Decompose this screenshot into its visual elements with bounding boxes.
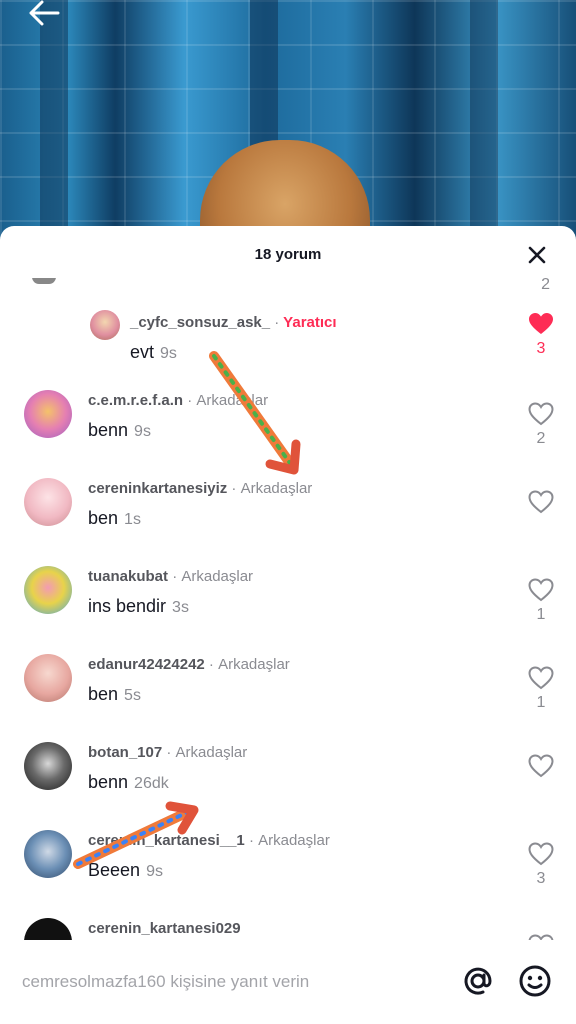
like-count: 2 [541, 276, 550, 293]
comments-sheet: 18 yorum 2 _cyfc_sonsuz_ask_ · Yaratıcı … [0, 226, 576, 1024]
comment-row[interactable]: c.e.m.r.e.f.a.n · Arkadaşlar benn 9s 2 [0, 382, 576, 462]
comment-text: evt 9s [130, 342, 177, 363]
like-button[interactable]: 3 [528, 842, 554, 888]
username-text[interactable]: tuanakubat [88, 568, 168, 585]
comment-username[interactable]: cereninkartanesiyiz · Arkadaşlar [88, 480, 312, 497]
comment-username[interactable]: botan_107 · Arkadaşlar [88, 744, 247, 761]
comment-username[interactable]: tuanakubat · Arkadaşlar [88, 568, 253, 585]
reply-input[interactable] [22, 968, 442, 996]
arrow-left-icon [29, 0, 60, 26]
comment-username[interactable]: _cyfc_sonsuz_ask_ · Yaratıcı [130, 314, 337, 331]
comment-body: ben [88, 684, 119, 704]
heart-outline-icon [528, 490, 554, 514]
heart-outline-icon [528, 842, 554, 866]
avatar[interactable] [24, 742, 72, 790]
comment-time: 5s [124, 687, 141, 704]
comment-time: 9s [146, 863, 163, 880]
like-count: 3 [536, 340, 546, 357]
comment-count-title: 18 yorum [254, 246, 322, 263]
username-text[interactable]: cerenin_kartanesi029 [88, 920, 241, 937]
comment-username[interactable]: cerenin_kartanesi029 [88, 920, 241, 937]
comment-row[interactable]: ceremin_kartanesi__1 · Arkadaşlar Beeen 9… [0, 822, 576, 902]
curtain [470, 0, 498, 260]
avatar[interactable] [24, 918, 72, 940]
username-text[interactable]: botan_107 [88, 744, 162, 761]
close-icon [528, 246, 546, 264]
friends-tag: Arkadaşlar [175, 744, 248, 761]
avatar[interactable] [24, 654, 72, 702]
heart-outline-icon [528, 578, 554, 602]
heart-outline-icon [528, 754, 554, 778]
comment-text: Beeen 9s [88, 860, 163, 881]
comment-text: benn 9s [88, 420, 151, 441]
friends-tag: Arkadaşlar [258, 832, 330, 849]
friends-tag: Arkadaşlar [181, 568, 254, 585]
comment-row[interactable]: cereninkartanesiyiz · Arkadaşlar ben 1s [0, 470, 576, 550]
comment-text: ben 1s [88, 508, 141, 529]
comment-row[interactable]: edanur42424242 · Arkadaşlar ben 5s 1 [0, 646, 576, 726]
comment-time: 26dk [134, 775, 169, 792]
heart-filled-icon [529, 313, 553, 334]
comment-text: ben 5s [88, 684, 141, 705]
comment-body: benn [88, 420, 129, 440]
comment-body: benn [88, 772, 129, 792]
avatar[interactable] [24, 478, 72, 526]
back-button[interactable] [28, 0, 64, 28]
like-button[interactable] [528, 934, 554, 940]
avatar[interactable] [90, 310, 120, 340]
comment-text: ins bendir 3s [88, 596, 189, 617]
comment-time: 9s [160, 345, 177, 362]
heart-outline-icon [528, 666, 554, 690]
heart-outline-icon [528, 402, 554, 426]
comment-row[interactable]: cerenin_kartanesi029 [0, 910, 576, 940]
like-count: 1 [536, 606, 546, 623]
username-text[interactable]: cereninkartanesiyiz [88, 480, 227, 497]
friends-tag: Arkadaşlar [196, 392, 269, 409]
comment-body: ins bendir [88, 596, 167, 616]
comment-row[interactable]: tuanakubat · Arkadaşlar ins bendir 3s 1 [0, 558, 576, 638]
reply-bar [0, 950, 576, 1014]
comment-time: 9s [134, 423, 151, 440]
like-button[interactable]: 1 [528, 578, 554, 624]
comment-body: evt [130, 342, 155, 362]
curtain [40, 0, 68, 260]
close-button[interactable] [522, 240, 552, 270]
comment-body: Beeen [88, 860, 141, 880]
friends-tag: Arkadaşlar [240, 480, 313, 497]
comment-row[interactable]: botan_107 · Arkadaşlar benn 26dk [0, 734, 576, 814]
friends-tag: Arkadaşlar [218, 656, 290, 673]
comment-body: ben [88, 508, 119, 528]
comment-text: benn 26dk [88, 772, 169, 793]
like-count: 2 [536, 430, 546, 447]
comment-row[interactable]: _cyfc_sonsuz_ask_ · Yaratıcı evt 9s 3 [0, 304, 576, 384]
comment-username[interactable]: ceremin_kartanesi__1 · Arkadaşlar [88, 832, 330, 849]
like-button[interactable]: 1 [528, 666, 554, 712]
video-background [0, 0, 576, 260]
avatar[interactable] [24, 566, 72, 614]
at-icon [464, 967, 492, 995]
comment-username[interactable]: edanur42424242 · Arkadaşlar [88, 656, 290, 673]
like-button[interactable] [528, 754, 554, 782]
like-button[interactable]: 3 [528, 312, 554, 358]
username-text[interactable]: _cyfc_sonsuz_ask_ [130, 314, 270, 331]
comment-list[interactable]: 2 _cyfc_sonsuz_ask_ · Yaratıcı evt 9s 3 c… [0, 270, 576, 940]
mention-button[interactable] [460, 964, 496, 1000]
avatar [32, 278, 56, 284]
like-count: 3 [536, 870, 546, 887]
creator-tag: Yaratıcı [283, 314, 337, 331]
comment-username[interactable]: c.e.m.r.e.f.a.n · Arkadaşlar [88, 392, 268, 409]
username-text[interactable]: edanur42424242 [88, 656, 205, 673]
like-button[interactable] [528, 490, 554, 518]
like-button[interactable]: 2 [528, 402, 554, 448]
avatar[interactable] [24, 830, 72, 878]
username-text[interactable]: c.e.m.r.e.f.a.n [88, 392, 183, 409]
comment-time: 1s [124, 511, 141, 528]
username-text[interactable]: ceremin_kartanesi__1 [88, 832, 245, 849]
avatar[interactable] [24, 390, 72, 438]
like-count: 1 [536, 694, 546, 711]
heart-outline-icon [528, 934, 554, 940]
comment-time: 3s [172, 599, 189, 616]
emoji-button[interactable] [518, 964, 554, 1000]
emoji-icon [519, 965, 551, 997]
